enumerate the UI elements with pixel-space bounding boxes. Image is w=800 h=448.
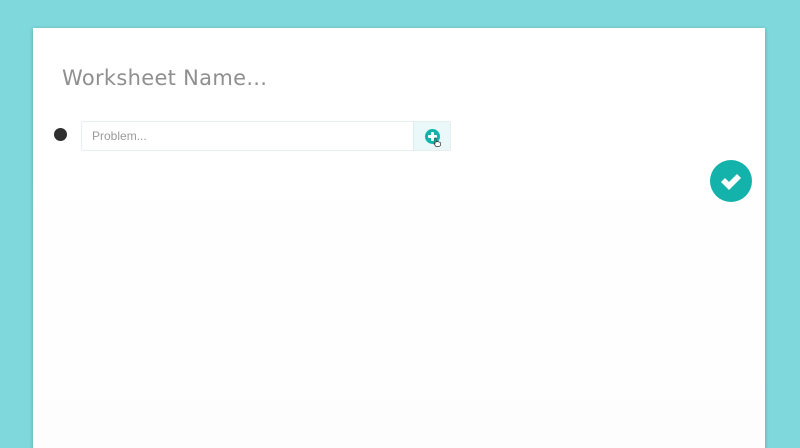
hand-pointer-icon [433,137,441,147]
checkmark-icon [721,174,741,190]
worksheet-panel: Worksheet Name... [33,28,765,448]
problem-input[interactable] [82,122,413,150]
done-button[interactable] [710,160,752,202]
bullet-dot-icon [54,128,67,141]
worksheet-name-field[interactable]: Worksheet Name... [62,66,267,90]
problem-row [81,121,451,151]
panel-background [33,148,765,448]
add-problem-button[interactable] [413,122,450,150]
